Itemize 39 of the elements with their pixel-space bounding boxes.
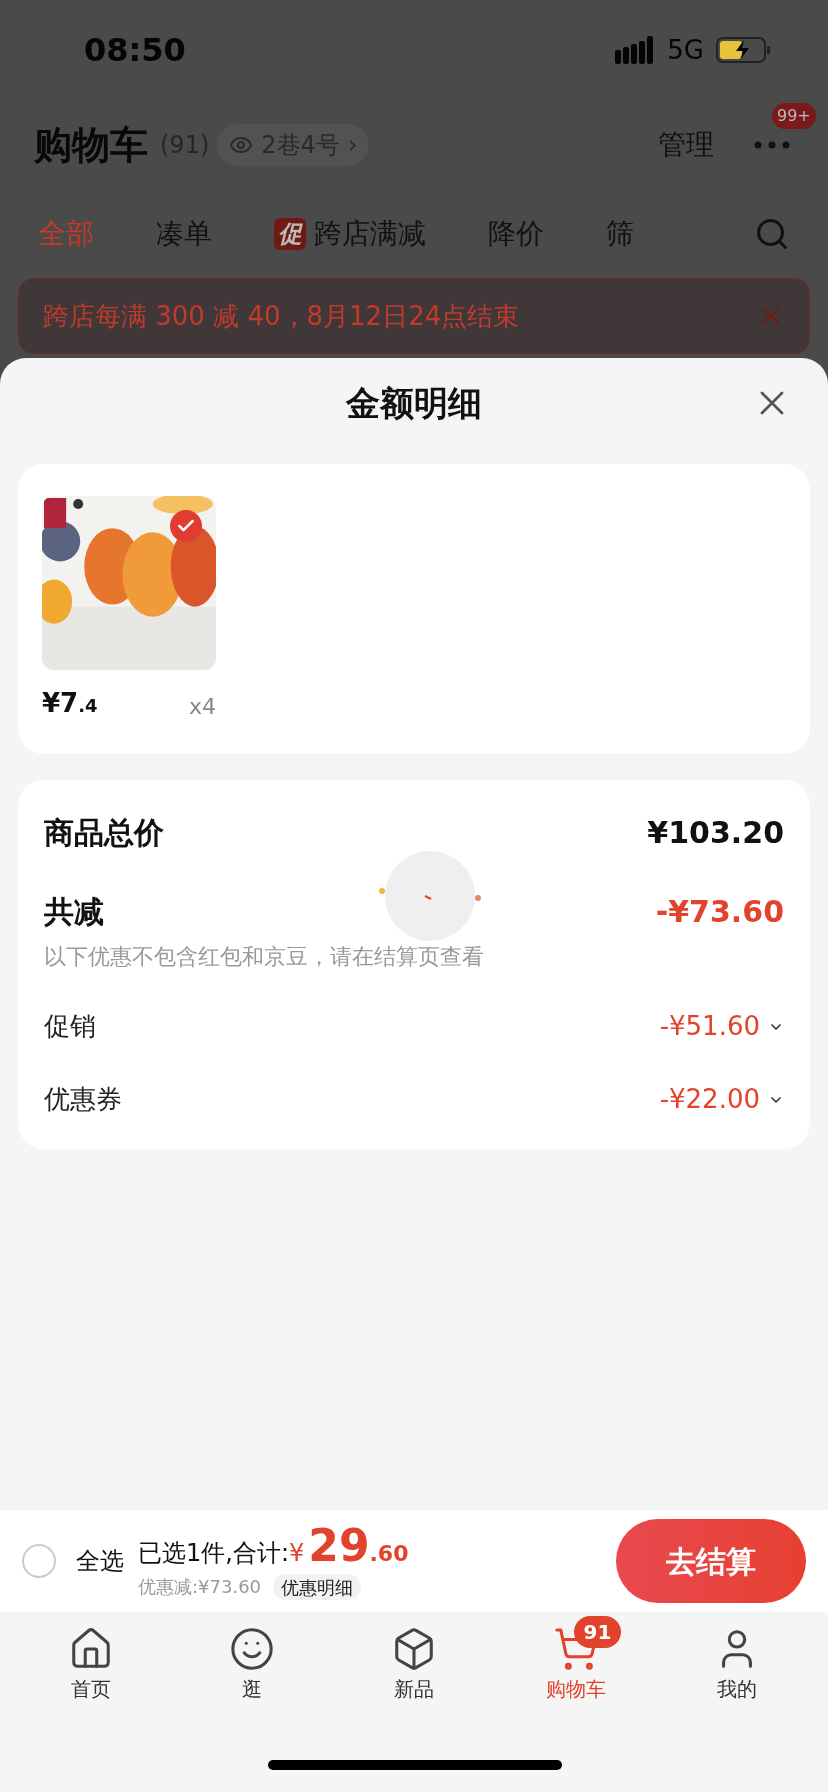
checkout-button[interactable]: 去结算 [616,1519,806,1603]
select-all-label: 全选 [76,1546,124,1577]
manage-button[interactable]: 管理 [658,124,714,166]
select-all-checkbox[interactable] [22,1544,56,1578]
total-label: 商品总价 [44,814,164,852]
search-icon[interactable] [754,216,790,252]
discount-item-label: 优惠券 [44,1083,122,1116]
cart-badge: 91 [573,1616,622,1648]
product-quantity: x4 [188,693,216,721]
filter-tab[interactable]: 促 跨店满减 [274,213,426,255]
nav-item[interactable]: 首页 [30,1616,151,1704]
filter-tab[interactable]: 降价 [488,213,544,255]
discount-item-label: 促销 [44,1010,96,1043]
filter-tab[interactable]: 筛 [606,213,634,255]
nav-item[interactable]: 购物车 91 [515,1616,636,1704]
discount-note: 以下优惠不包含红包和京豆，请在结算页查看 [44,943,485,971]
total-value: ¥103.20 [647,814,784,852]
discount-label: 共减 [44,893,104,931]
signal-icon [615,36,656,64]
network-label: 5G [667,33,704,67]
details-button[interactable]: 优惠明细 [273,1573,362,1600]
discount-summary: 优惠减:¥73.60 [138,1575,262,1599]
sheet-title: 金额明细 [346,381,482,425]
promo-text: 跨店每满 300 减 40，8月12日24点结束 [43,299,520,333]
discount-item-toggle[interactable]: -¥22.00 [659,1080,784,1119]
nav-item[interactable]: 新品 [354,1616,474,1704]
nav-item[interactable]: 逛 [192,1616,313,1704]
filter-tab[interactable]: 凑单 [156,213,212,255]
battery-icon [716,37,772,63]
page-title: 购物车 [34,121,148,169]
nav-item[interactable]: 我的 [677,1616,798,1704]
product-price: ¥7.4 [42,687,98,720]
notification-badge: 99+ [772,103,816,129]
smiley-icon [229,1626,276,1672]
discount-value: -¥73.60 [655,893,784,931]
status-time: 08:50 [84,30,186,71]
discount-item-toggle[interactable]: -¥51.60 [659,1007,784,1046]
selected-total: 已选1件,合计:¥29.60 [138,1522,409,1571]
more-icon [754,141,790,149]
